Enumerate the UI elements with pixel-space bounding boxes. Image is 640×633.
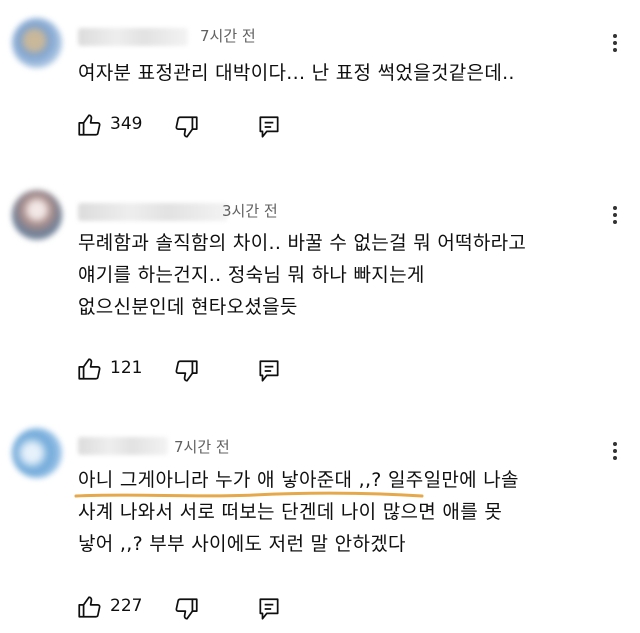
comment-line: 여자분 표정관리 대박이다... 난 표정 썩었을것같은데.. (78, 62, 515, 84)
reply-icon[interactable] (256, 596, 282, 622)
more-options-icon[interactable] (612, 206, 618, 228)
comment-text: 무례함과 솔직함의 차이.. 바꿀 수 없는걸 뭐 어떡하라고 얘기를 하는건지… (78, 227, 618, 323)
avatar[interactable] (12, 18, 62, 68)
like-count: 349 (110, 114, 143, 134)
more-options-icon[interactable] (612, 34, 618, 56)
like-icon[interactable] (76, 112, 102, 138)
comment-time: 3시간 전 (222, 202, 278, 220)
author-name[interactable] (78, 28, 188, 46)
comment-actions: 121 (76, 356, 376, 386)
author-name[interactable] (78, 203, 228, 221)
comment-line: 사계 나와서 서로 떠보는 단겐데 나이 많으면 애를 못 (78, 501, 503, 523)
author-name[interactable] (78, 437, 168, 455)
comment-line: 얘기를 하는건지.. 정숙님 뭐 하나 빠지는게 (78, 264, 425, 286)
comment-text: 여자분 표정관리 대박이다... 난 표정 썩었을것같은데.. (78, 57, 618, 89)
dislike-icon[interactable] (174, 114, 200, 140)
comment-actions: 227 (76, 594, 376, 624)
comment-line: 낳어 ,,? 부부 사이에도 저런 말 안하겠다 (78, 533, 406, 555)
comment-line: 없으신분인데 현타오셨을듯 (78, 296, 298, 318)
more-options-icon[interactable] (612, 442, 618, 464)
dislike-icon[interactable] (174, 596, 200, 622)
comment-time: 7시간 전 (200, 27, 256, 45)
avatar[interactable] (12, 428, 62, 478)
like-count: 227 (110, 596, 143, 616)
like-count: 121 (110, 358, 143, 378)
dislike-icon[interactable] (174, 358, 200, 384)
comment-actions: 349 (76, 112, 376, 142)
comment-time: 7시간 전 (174, 438, 230, 456)
reply-icon[interactable] (256, 358, 282, 384)
like-icon[interactable] (76, 356, 102, 382)
like-icon[interactable] (76, 594, 102, 620)
reply-icon[interactable] (256, 114, 282, 140)
comment-line: 아니 그게아니라 누가 애 낳아준대 ,,? 일주일만에 나솔 (78, 469, 519, 491)
comment-line: 무례함과 솔직함의 차이.. 바꿀 수 없는걸 뭐 어떡하라고 (78, 232, 527, 254)
comment-text: 아니 그게아니라 누가 애 낳아준대 ,,? 일주일만에 나솔 사계 나와서 서… (78, 464, 618, 560)
avatar[interactable] (12, 190, 62, 240)
